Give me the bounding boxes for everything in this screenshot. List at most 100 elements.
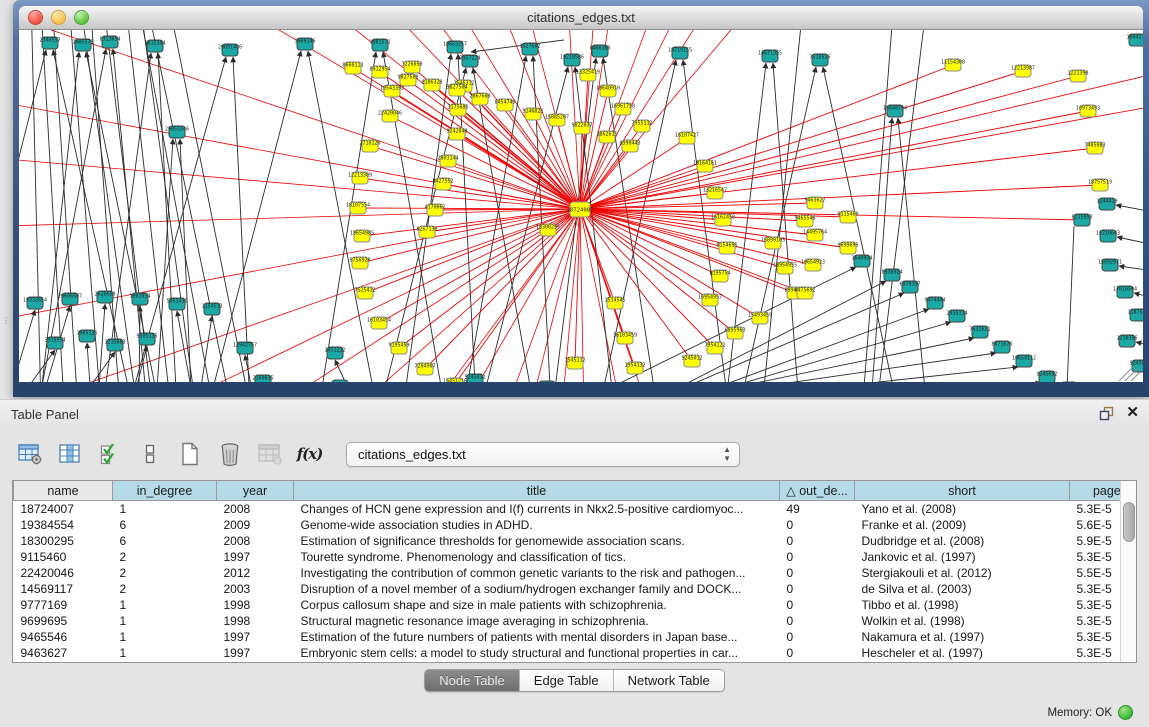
- svg-text:12213389: 12213389: [348, 173, 372, 179]
- svg-text:9245032: 9245032: [464, 375, 485, 381]
- svg-text:4170062: 4170062: [424, 205, 445, 211]
- network-window-titlebar[interactable]: citations_edges.txt: [19, 6, 1143, 30]
- svg-text:16103459: 16103459: [613, 333, 637, 339]
- svg-text:22420046: 22420046: [378, 111, 402, 117]
- svg-text:3175685: 3175685: [447, 105, 468, 111]
- svg-text:9195459: 9195459: [388, 343, 409, 349]
- svg-text:9245012: 9245012: [681, 356, 702, 362]
- svg-text:1215683: 1215683: [104, 340, 125, 346]
- svg-text:9699695: 9699695: [837, 243, 858, 249]
- svg-text:1221398: 1221398: [1067, 71, 1088, 77]
- tab-edge-table[interactable]: Edge Table: [519, 670, 613, 691]
- column-header-out_degree[interactable]: △ out_de...: [780, 481, 855, 501]
- float-panel-icon[interactable]: [1099, 406, 1114, 421]
- tab-network-table[interactable]: Network Table: [613, 670, 724, 691]
- dropdown-arrows-icon: ▲▼: [723, 445, 731, 463]
- column-header-title[interactable]: title: [294, 481, 780, 501]
- svg-text:7957224: 7957224: [459, 56, 480, 62]
- svg-text:8195754: 8195754: [709, 271, 730, 277]
- column-header-year[interactable]: year: [217, 481, 294, 501]
- column-header-short[interactable]: short: [855, 481, 1070, 501]
- svg-text:2340557: 2340557: [39, 38, 60, 44]
- column-header-name[interactable]: name: [14, 481, 113, 501]
- svg-text:19218586: 19218586: [560, 55, 584, 61]
- column-header-in_degree[interactable]: in_degree: [113, 481, 217, 501]
- table-panel-title: Table Panel: [0, 407, 79, 422]
- new-column-icon[interactable]: [176, 441, 203, 467]
- svg-text:2935114: 2935114: [946, 311, 967, 317]
- svg-text:8313054: 8313054: [99, 37, 120, 43]
- svg-text:8454749: 8454749: [494, 100, 515, 106]
- scrollbar-thumb[interactable]: [1123, 502, 1135, 542]
- svg-text:29053346: 29053346: [165, 127, 189, 133]
- svg-text:1527602: 1527602: [519, 44, 540, 50]
- svg-text:3226058: 3226058: [401, 62, 422, 68]
- svg-text:9115460: 9115460: [837, 212, 858, 218]
- svg-text:3069146: 3069146: [294, 39, 315, 45]
- svg-text:16210643: 16210643: [1096, 231, 1120, 237]
- svg-text:9474444: 9474444: [924, 298, 945, 304]
- svg-text:8466160: 8466160: [589, 46, 610, 52]
- svg-text:1004277: 1004277: [1126, 35, 1143, 41]
- table-row[interactable]: 946362711997Embryonic stem cells: a mode…: [14, 645, 1138, 661]
- close-panel-icon[interactable]: ✕: [1126, 405, 1139, 421]
- svg-text:6895963: 6895963: [724, 328, 745, 334]
- table-header-row: namein_degreeyeartitle△ out_de...shortpa…: [14, 481, 1138, 501]
- svg-text:8990443: 8990443: [619, 141, 640, 147]
- table-row[interactable]: 1830029562008Estimation of significance …: [14, 533, 1138, 549]
- svg-text:10654112: 10654112: [1012, 356, 1036, 362]
- panel-divider-handle[interactable]: ⋮: [2, 316, 9, 326]
- svg-text:5051435: 5051435: [166, 299, 187, 305]
- delete-column-icon[interactable]: [216, 441, 243, 467]
- memory-status-label: Memory: OK: [1047, 707, 1112, 719]
- svg-text:9242848: 9242848: [446, 129, 467, 135]
- memory-status-indicator[interactable]: [1118, 705, 1133, 720]
- svg-text:17016504: 17016504: [1113, 287, 1137, 293]
- table-row[interactable]: 911546021997Tourette syndrome. Phenomeno…: [14, 549, 1138, 565]
- svg-text:8660123: 8660123: [342, 63, 363, 69]
- table-vertical-scrollbar[interactable]: [1120, 481, 1136, 662]
- column-edit-icon[interactable]: [56, 441, 83, 467]
- table-row[interactable]: 2242004622012Investigating the contribut…: [14, 565, 1138, 581]
- svg-text:1514545: 1514545: [604, 298, 625, 304]
- svg-text:1981034: 1981034: [129, 294, 150, 300]
- table-settings-icon[interactable]: [16, 441, 43, 467]
- svg-text:1954132: 1954132: [624, 363, 645, 369]
- svg-text:7204907: 7204907: [414, 364, 435, 370]
- network-canvas[interactable]: 2340557140557883130541815304206914063069…: [19, 30, 1143, 382]
- svg-text:1210356: 1210356: [1116, 336, 1137, 342]
- graph-node[interactable]: [332, 380, 348, 382]
- svg-text:6879197: 6879197: [899, 282, 920, 288]
- table-selector-dropdown[interactable]: citations_edges.txt ▲▼: [346, 442, 740, 467]
- svg-text:8215958: 8215958: [1071, 215, 1092, 221]
- svg-text:13325419: 13325419: [576, 70, 600, 76]
- table-row[interactable]: 1938455462009Genome-wide association stu…: [14, 517, 1138, 533]
- svg-text:10973493: 10973493: [1076, 106, 1100, 112]
- table-row[interactable]: 977716911998Corpus callosum shape and si…: [14, 597, 1138, 613]
- function-builder-icon[interactable]: f(x): [296, 441, 323, 467]
- svg-text:1640934: 1640934: [851, 256, 872, 262]
- svg-text:9245652: 9245652: [1036, 372, 1057, 378]
- graph-node[interactable]: [539, 381, 555, 382]
- svg-text:1545112: 1545112: [564, 358, 585, 364]
- table-row[interactable]: 946554611997Estimation of the future num…: [14, 629, 1138, 645]
- svg-text:8427552: 8427552: [432, 179, 453, 185]
- svg-text:9505135: 9505135: [136, 334, 157, 340]
- svg-text:18107554: 18107554: [346, 203, 370, 209]
- table-toolbar: f(x) citations_edges.txt ▲▼: [0, 428, 1149, 480]
- select-columns-icon[interactable]: [96, 441, 123, 467]
- table-row[interactable]: 1456911722003Disruption of a novel membe…: [14, 581, 1138, 597]
- svg-text:3315954: 3315954: [44, 338, 65, 344]
- svg-text:1815304: 1815304: [144, 41, 165, 47]
- svg-text:12942757: 12942757: [233, 343, 257, 349]
- network-view-area: ⋮ citations_edges.txt 2: [0, 0, 1149, 399]
- svg-text:18757519: 18757519: [1088, 180, 1112, 186]
- table-container: namein_degreeyeartitle△ out_de...shortpa…: [12, 480, 1137, 663]
- table-mode-icon[interactable]: [136, 441, 163, 467]
- table-row[interactable]: 1872400712008Changes of HCN gene express…: [14, 501, 1138, 518]
- svg-text:9463627: 9463627: [804, 198, 825, 204]
- svg-text:15885207: 15885207: [545, 115, 569, 121]
- tab-node-table[interactable]: Node Table: [425, 670, 519, 691]
- table-row[interactable]: 969969511998Structural magnetic resonanc…: [14, 613, 1138, 629]
- svg-text:16954957: 16954957: [698, 295, 722, 301]
